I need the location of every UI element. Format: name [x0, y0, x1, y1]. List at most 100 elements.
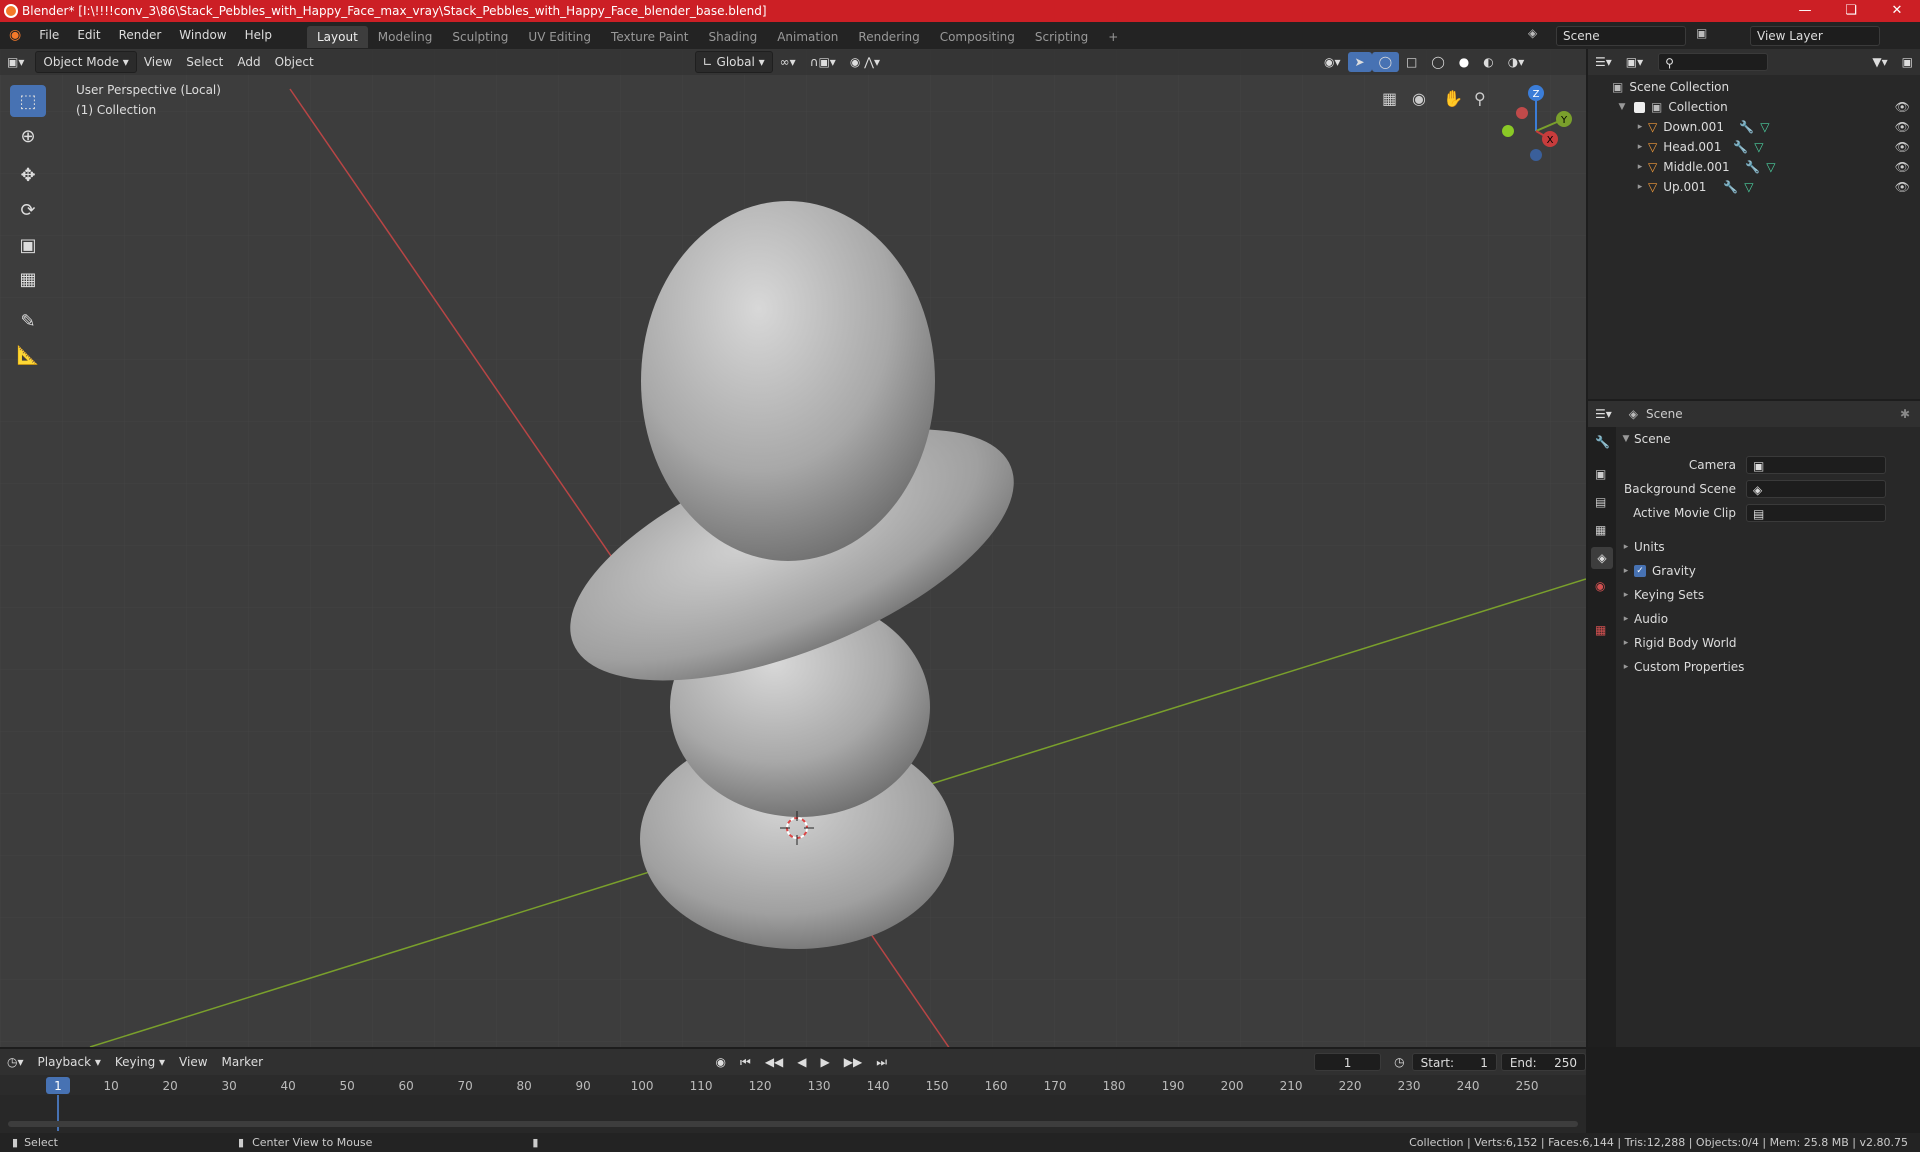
expand-icon[interactable]: ▸ — [1618, 614, 1634, 624]
modifier-wrench-icon[interactable]: 🔧 — [1723, 180, 1738, 194]
editor-type-icon[interactable]: ▣▾ — [0, 52, 31, 72]
view-layer-icon[interactable]: ▣ — [1696, 26, 1707, 40]
add-workspace-icon[interactable]: + — [1098, 26, 1128, 48]
camera-field[interactable]: ▣ — [1746, 456, 1886, 474]
active-movie-clip-field[interactable]: ▤ — [1746, 504, 1886, 522]
collection-visibility-eye-icon[interactable]: 👁 — [1895, 100, 1910, 114]
visibility-eye-icon[interactable]: 👁 — [1895, 180, 1910, 194]
modifier-wrench-icon[interactable]: 🔧 — [1739, 120, 1754, 134]
render-tab-icon[interactable]: ▣ — [1595, 467, 1606, 481]
workspace-tab-animation[interactable]: Animation — [767, 26, 848, 48]
proportional-edit-icon[interactable]: ◉ ⋀▾ — [843, 52, 887, 72]
collapse-scene-icon[interactable]: ▼ — [1618, 434, 1634, 444]
viewport-menu-object[interactable]: Object — [268, 52, 321, 72]
modifier-wrench-icon[interactable]: 🔧 — [1733, 140, 1748, 154]
play-reverse-icon[interactable]: ◀ — [790, 1052, 813, 1072]
toggle-camera-grid-icon[interactable]: ▦ — [1382, 89, 1397, 108]
pin-icon[interactable]: ✱ — [1900, 407, 1910, 421]
workspace-tab-uv-editing[interactable]: UV Editing — [518, 26, 601, 48]
overlay-toggle-icon[interactable]: ◯ — [1371, 52, 1399, 72]
pan-hand-icon[interactable]: ✋ — [1443, 89, 1463, 108]
tool-tab-icon[interactable]: 🔧 — [1595, 435, 1610, 449]
workspace-tab-shading[interactable]: Shading — [698, 26, 767, 48]
xray-icon[interactable]: □ — [1399, 52, 1424, 72]
measure-tool[interactable]: 📐 — [10, 339, 46, 371]
rendered-shading-icon[interactable]: ◑▾ — [1501, 52, 1532, 72]
end-frame-field[interactable]: End: 250 — [1500, 1053, 1586, 1071]
camera-view-icon[interactable]: ◉ — [1412, 89, 1426, 108]
jump-start-icon[interactable]: ⏮ — [733, 1052, 758, 1072]
gizmo-toggle-icon[interactable]: ➤ — [1347, 52, 1372, 72]
timeline-editor-type-icon[interactable]: ◷▾ — [0, 1052, 31, 1072]
mesh-data-icon[interactable]: ▽ — [1744, 180, 1753, 194]
view-layer-selector[interactable]: View Layer — [1750, 26, 1880, 46]
background-scene-field[interactable]: ◈ — [1746, 480, 1886, 498]
move-tool[interactable]: ✥ — [10, 159, 46, 191]
pivot-icon[interactable]: ∞▾ — [773, 52, 803, 72]
menu-window[interactable]: Window — [170, 22, 235, 49]
blender-menu-icon[interactable]: ◉ — [0, 22, 30, 49]
next-keyframe-icon[interactable]: ▶▶ — [837, 1052, 869, 1072]
gravity-section[interactable]: ▸ ✓ Gravity — [1618, 559, 1920, 583]
outliner-collection[interactable]: ▼ ▣ Collection 👁 — [1588, 97, 1920, 117]
expand-up-icon[interactable]: ▸ — [1632, 182, 1648, 192]
prev-keyframe-icon[interactable]: ◀◀ — [758, 1052, 790, 1072]
menu-help[interactable]: Help — [236, 22, 281, 49]
outliner-item-middle[interactable]: ▸ ▽ Middle.001 🔧 ▽ 👁 — [1588, 157, 1920, 177]
maximize-button[interactable]: ❏ — [1828, 0, 1874, 22]
minimize-button[interactable]: — — [1782, 0, 1828, 22]
visibility-eye-icon[interactable]: 👁 — [1895, 120, 1910, 134]
texture-tab-icon[interactable]: ▦ — [1595, 623, 1606, 637]
annotate-tool[interactable]: ✎ — [10, 305, 46, 337]
menu-file[interactable]: File — [30, 22, 68, 49]
workspace-tab-layout[interactable]: Layout — [306, 25, 368, 48]
new-collection-icon[interactable]: ▣ — [1895, 52, 1920, 72]
close-button[interactable]: ✕ — [1874, 0, 1920, 22]
expand-icon[interactable]: ▸ — [1618, 542, 1634, 552]
audio-section[interactable]: ▸ Audio — [1618, 607, 1920, 631]
scene-tab-active-icon[interactable]: ◈ — [1591, 547, 1613, 569]
current-frame-field[interactable]: 1 — [1313, 1053, 1382, 1071]
expand-icon[interactable]: ▸ — [1618, 566, 1634, 576]
wireframe-shading-icon[interactable]: ◯ — [1424, 52, 1451, 72]
play-icon[interactable]: ▶ — [814, 1052, 837, 1072]
jump-end-icon[interactable]: ⏭ — [869, 1052, 894, 1072]
units-section[interactable]: ▸ Units — [1618, 535, 1920, 559]
visibility-icon[interactable]: ◉▾ — [1317, 52, 1348, 72]
keying-menu[interactable]: Keying ▾ — [108, 1052, 172, 1072]
expand-collection-icon[interactable]: ▼ — [1614, 102, 1630, 112]
keying-sets-section[interactable]: ▸ Keying Sets — [1618, 583, 1920, 607]
world-tab-icon[interactable]: ◉ — [1595, 579, 1605, 593]
display-mode-icon[interactable]: ▣▾ — [1619, 52, 1650, 72]
expand-down-icon[interactable]: ▸ — [1632, 122, 1648, 132]
solid-shading-icon[interactable]: ● — [1452, 52, 1476, 72]
outliner-item-head[interactable]: ▸ ▽ Head.001 🔧 ▽ 👁 — [1588, 137, 1920, 157]
expand-middle-icon[interactable]: ▸ — [1632, 162, 1648, 172]
scene-selector[interactable]: Scene — [1556, 26, 1686, 46]
collection-checkbox[interactable] — [1634, 101, 1645, 113]
timeline-view-menu[interactable]: View — [172, 1052, 214, 1072]
select-box-tool[interactable]: ⬚ — [10, 85, 46, 117]
workspace-tab-texture-paint[interactable]: Texture Paint — [601, 26, 698, 48]
outliner-item-up[interactable]: ▸ ▽ Up.001 🔧 ▽ 👁 — [1588, 177, 1920, 197]
outliner-scene-collection[interactable]: ▣ Scene Collection — [1588, 77, 1920, 97]
custom-properties-section[interactable]: ▸ Custom Properties — [1618, 655, 1920, 679]
output-tab-icon[interactable]: ▤ — [1595, 495, 1606, 509]
workspace-tab-compositing[interactable]: Compositing — [930, 26, 1025, 48]
material-shading-icon[interactable]: ◐ — [1476, 52, 1500, 72]
frame-ruler[interactable]: 1 10 20 30 40 50 60 70 80 90 100 110 120 130 140 150 160… — [0, 1075, 1586, 1095]
record-keyframe-icon[interactable]: ◉ — [709, 1052, 733, 1072]
scene-icon[interactable]: ◈ — [1528, 26, 1537, 40]
gravity-checkbox[interactable]: ✓ — [1634, 565, 1646, 577]
viewport-menu-select[interactable]: Select — [179, 52, 230, 72]
rigid-body-world-section[interactable]: ▸ Rigid Body World — [1618, 631, 1920, 655]
mesh-data-icon[interactable]: ▽ — [1766, 160, 1775, 174]
viewport-menu-add[interactable]: Add — [230, 52, 267, 72]
rotate-tool[interactable]: ⟳ — [10, 194, 46, 226]
workspace-tab-modeling[interactable]: Modeling — [368, 26, 443, 48]
expand-icon[interactable]: ▸ — [1618, 590, 1634, 600]
start-frame-field[interactable]: Start: 1 — [1411, 1053, 1497, 1071]
zoom-icon[interactable]: ⚲ — [1474, 89, 1486, 108]
workspace-tab-scripting[interactable]: Scripting — [1025, 26, 1098, 48]
workspace-tab-sculpting[interactable]: Sculpting — [442, 26, 518, 48]
